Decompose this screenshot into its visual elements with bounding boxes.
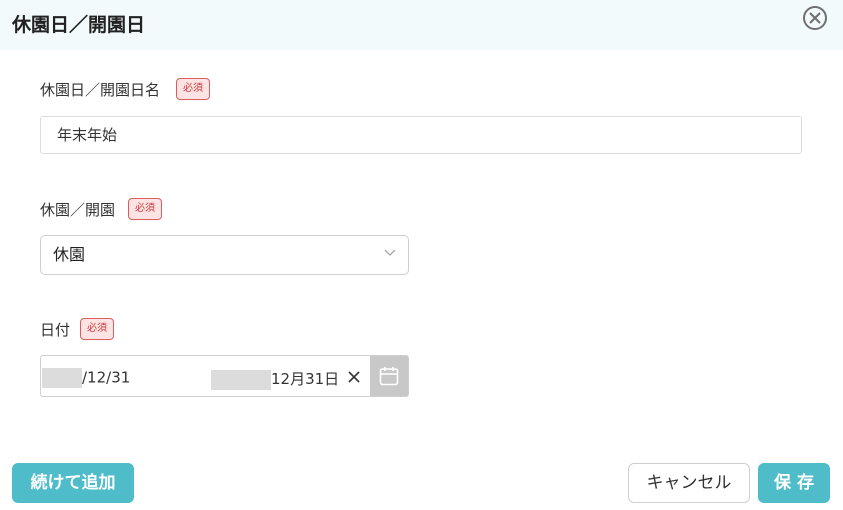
- continue-add-button[interactable]: 続けて追加: [12, 463, 134, 503]
- type-select[interactable]: 休園: [40, 235, 409, 275]
- clear-icon[interactable]: [347, 370, 361, 384]
- save-button[interactable]: 保 存: [758, 463, 830, 503]
- name-input[interactable]: 年末年始: [40, 116, 802, 154]
- dialog-title: 休園日／開園日: [12, 14, 146, 36]
- date-range-picker[interactable]: /12/31 12月31日: [40, 355, 409, 397]
- date-end-value: 12月31日: [271, 370, 340, 388]
- calendar-button[interactable]: [370, 356, 408, 396]
- date-field-label: 日付: [40, 321, 71, 339]
- name-field-label: 休園日／開園日名: [40, 81, 161, 99]
- required-badge: 必須: [80, 318, 114, 340]
- close-icon: [809, 12, 821, 24]
- cancel-button[interactable]: キャンセル: [628, 463, 750, 503]
- redacted-year-mask: [42, 368, 82, 388]
- calendar-icon: [379, 367, 399, 386]
- redacted-year-mask: [211, 369, 271, 390]
- required-badge: 必須: [176, 78, 210, 100]
- required-badge: 必須: [128, 198, 162, 220]
- chevron-down-icon: [384, 249, 396, 256]
- date-end-input[interactable]: 12月31日: [211, 368, 339, 390]
- dialog-header: 休園日／開園日: [0, 0, 843, 50]
- type-field-label: 休園／開園: [40, 201, 116, 219]
- date-start-value: /12/31: [82, 368, 131, 387]
- close-button[interactable]: [803, 6, 827, 30]
- type-select-value: 休園: [53, 245, 86, 264]
- date-start-input[interactable]: /12/31: [42, 368, 130, 388]
